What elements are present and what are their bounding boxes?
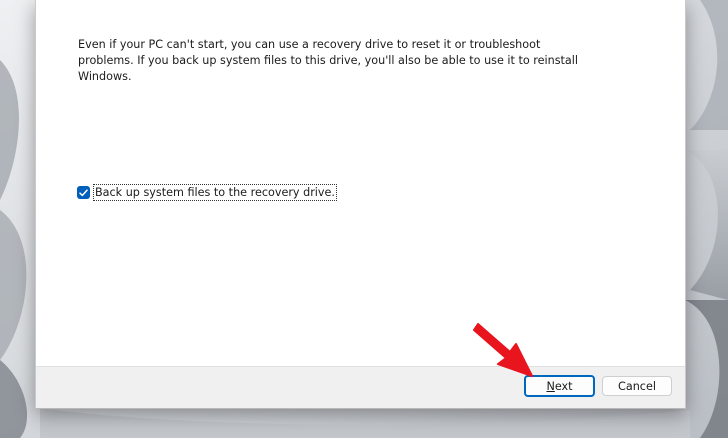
next-button-label: Next — [546, 379, 573, 393]
arrow-pointer-icon — [473, 323, 533, 377]
cancel-button-label: Cancel — [618, 379, 656, 393]
dialog-description: Even if your PC can't start, you can use… — [78, 38, 578, 83]
backup-system-files-option[interactable]: Back up system files to the recovery dri… — [77, 184, 337, 201]
checkmark-icon — [79, 188, 88, 196]
recovery-drive-dialog: Even if your PC can't start, you can use… — [35, 0, 686, 409]
backup-system-files-label[interactable]: Back up system files to the recovery dri… — [93, 184, 337, 201]
dialog-footer: Next Cancel — [36, 366, 685, 408]
cancel-button[interactable]: Cancel — [602, 376, 672, 396]
backup-system-files-checkbox[interactable] — [77, 186, 90, 199]
